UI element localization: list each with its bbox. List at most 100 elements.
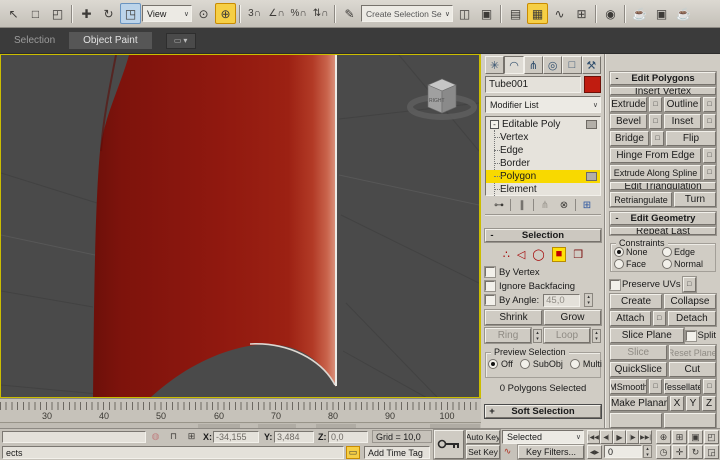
auto-key-button[interactable]: Auto Key [466, 430, 500, 444]
edit-triangulation-button[interactable]: Edit Triangulation [610, 182, 716, 190]
modify-tab-icon[interactable]: ◠ [504, 56, 523, 74]
select-and-move-icon[interactable]: ✚ [76, 3, 97, 24]
split-checkbox[interactable] [686, 331, 696, 341]
outline-settings-button[interactable]: □ [703, 97, 716, 112]
edit-geometry-rollout-header[interactable]: - Edit Geometry [610, 212, 716, 225]
ignore-backfacing-checkbox[interactable] [485, 281, 495, 291]
pin-stack-icon[interactable]: ⊶ [491, 200, 507, 211]
collapse-button[interactable]: Collapse [664, 294, 716, 309]
border-subobject-icon[interactable]: ◯ [532, 248, 544, 261]
edit-named-selection-sets-icon[interactable]: ✎ [339, 3, 360, 24]
stack-onoff-icon[interactable] [586, 120, 597, 129]
set-key-button[interactable]: Set Key [466, 445, 500, 459]
make-planar-button[interactable]: Make Planar [610, 396, 668, 411]
extrude-button[interactable]: Extrude [610, 97, 647, 112]
object-color-swatch[interactable] [584, 76, 601, 93]
turn-button[interactable]: Turn [674, 192, 716, 207]
inset-button[interactable]: Inset [664, 114, 701, 129]
maximize-viewport-icon[interactable]: ◲ [704, 445, 719, 459]
current-frame-field[interactable]: 0 [604, 445, 642, 458]
repeat-last-button[interactable]: Repeat Last [610, 227, 716, 235]
previous-frame-button[interactable]: ◀| [600, 430, 613, 444]
select-and-manipulate-icon[interactable]: ⊕ [215, 3, 236, 24]
cut-button[interactable]: Cut [669, 362, 716, 377]
preview-off-radio[interactable] [488, 359, 498, 369]
bevel-settings-button[interactable]: □ [649, 114, 662, 129]
loop-button[interactable]: Loop [544, 328, 590, 343]
retriangulate-button[interactable]: Retriangulate [610, 192, 672, 207]
use-pivot-center-icon[interactable]: ⊙ [193, 3, 214, 24]
absolute-offset-toggle-icon[interactable]: ⊞ [184, 430, 199, 443]
bridge-settings-button[interactable]: □ [651, 131, 664, 146]
x-coordinate-field[interactable]: -34,155 [213, 431, 259, 443]
planar-z-button[interactable]: Z [702, 396, 716, 411]
slice-plane-button[interactable]: Slice Plane [610, 328, 684, 343]
hinge-from-edge-button[interactable]: Hinge From Edge [610, 148, 701, 163]
utilities-tab-icon[interactable]: ⚒ [582, 56, 601, 74]
render-setup-icon[interactable]: ☕ [629, 3, 650, 24]
ribbon-config-button[interactable]: ▭ ▾ [166, 33, 196, 49]
spinner-down-icon[interactable]: ▾ [593, 336, 600, 342]
cropped-button[interactable] [610, 413, 662, 428]
named-selection-set-dropdown[interactable]: Create Selection Se ∨ [361, 5, 453, 22]
stack-item-element[interactable]: Element [486, 183, 600, 196]
loop-spinner[interactable]: ▴▾ [592, 329, 601, 343]
constraint-normal-radio[interactable] [662, 259, 672, 269]
selection-set-key-dropdown[interactable]: Selected ∨ [502, 430, 584, 444]
select-and-scale-icon[interactable]: ◳ [120, 3, 141, 24]
insert-vertex-button[interactable]: Insert Vertex [610, 87, 716, 95]
mirror-icon[interactable]: ◫ [454, 3, 475, 24]
spinner-down-icon[interactable]: ▾ [534, 336, 541, 342]
stack-item-vertex[interactable]: Vertex [486, 131, 600, 144]
inset-settings-button[interactable]: □ [703, 114, 716, 129]
select-region-rect-icon[interactable]: □ [25, 3, 46, 24]
tab-selection[interactable]: Selection [0, 32, 69, 49]
msmooth-button[interactable]: MSmooth [610, 379, 647, 394]
display-tab-icon[interactable]: □ [562, 56, 581, 74]
stack-onoff-icon[interactable] [586, 172, 597, 181]
attach-button[interactable]: Attach [610, 311, 651, 326]
preview-multi-radio[interactable] [570, 359, 580, 369]
zoom-region-icon[interactable]: ◰ [704, 430, 719, 444]
create-tab-icon[interactable]: ✳ [485, 56, 504, 74]
tube-object[interactable] [93, 55, 336, 397]
status-line-field[interactable] [2, 431, 146, 443]
extrude-settings-button[interactable]: □ [649, 97, 662, 112]
cropped-button[interactable] [664, 413, 716, 428]
timeline-ruler[interactable] [0, 402, 481, 410]
slice-button[interactable]: Slice [610, 345, 667, 360]
spinner-down-icon[interactable]: ▾ [646, 452, 649, 458]
constraint-face-radio[interactable] [614, 259, 624, 269]
attach-settings-button[interactable]: □ [653, 311, 666, 326]
planar-x-button[interactable]: X [670, 396, 684, 411]
zoom-icon[interactable]: ⊕ [656, 430, 671, 444]
modifier-list-dropdown[interactable]: Modifier List ∨ [485, 96, 601, 113]
extrude-along-spline-button[interactable]: Extrude Along Spline [610, 165, 701, 180]
z-coordinate-field[interactable]: 0,0 [328, 431, 368, 443]
ring-spinner[interactable]: ▴▾ [533, 329, 542, 343]
reset-plane-button[interactable]: Reset Plane [669, 345, 716, 360]
detach-button[interactable]: Detach [668, 311, 716, 326]
show-end-result-icon[interactable]: ∥ [514, 200, 530, 211]
preserve-uvs-settings-button[interactable]: □ [683, 277, 696, 292]
remove-modifier-icon[interactable]: ⊗ [556, 200, 572, 211]
make-unique-icon[interactable]: ⋔ [537, 200, 553, 211]
extrude-along-spline-settings-button[interactable]: □ [703, 165, 716, 180]
hierarchy-tab-icon[interactable]: ⋔ [524, 56, 543, 74]
layer-manager-icon[interactable]: ▤ [505, 3, 526, 24]
motion-tab-icon[interactable]: ◎ [543, 56, 562, 74]
polygon-subobject-icon[interactable]: ■ [552, 247, 567, 262]
play-button[interactable]: ▶ [613, 430, 626, 444]
object-name-field[interactable]: Tube001 [485, 76, 581, 93]
grow-button[interactable]: Grow [544, 310, 601, 325]
frame-spinner[interactable]: ▴▾ [643, 445, 652, 458]
set-key-filters-curve-icon[interactable]: ∿ [500, 445, 515, 458]
reference-coordinate-dropdown[interactable]: View ∨ [142, 5, 192, 22]
select-object-icon[interactable]: ↖ [3, 3, 24, 24]
set-keys-button[interactable] [434, 430, 464, 459]
zoom-all-icon[interactable]: ⊞ [672, 430, 687, 444]
align-icon[interactable]: ▣ [476, 3, 497, 24]
bridge-button[interactable]: Bridge [610, 131, 649, 146]
schematic-view-icon[interactable]: ⊞ [571, 3, 592, 24]
snaps-toggle-icon[interactable]: 3∩ [244, 3, 265, 24]
